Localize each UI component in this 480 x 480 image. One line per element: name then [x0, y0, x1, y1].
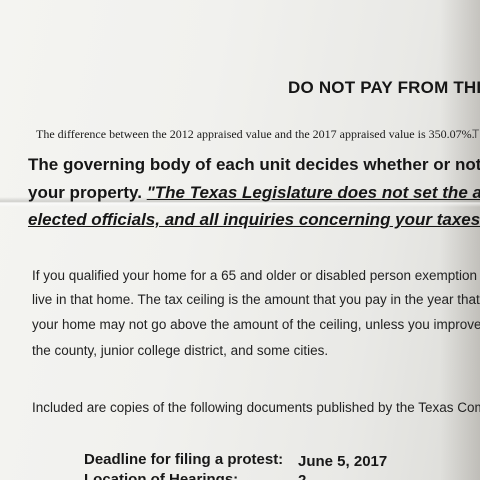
legislature-quote-start: "The Texas Legislature does not set the …: [146, 183, 480, 202]
protest-deadline-label: Deadline for filing a protest:: [84, 451, 284, 468]
exemption-paragraph-line-2: live in that home. The tax ceiling is th…: [32, 292, 480, 307]
governing-body-line-3: elected officials, and all inquiries con…: [28, 210, 480, 230]
hearing-location-value: 2: [298, 472, 306, 480]
governing-body-line-1: The governing body of each unit decides …: [28, 155, 480, 174]
hearing-location-label: Location of Hearings:: [84, 471, 239, 480]
notice-heading: DO NOT PAY FROM THIS N: [288, 78, 480, 97]
exemption-paragraph-line-3: your home may not go above the amount of…: [32, 317, 480, 332]
legislature-quote-end: elected officials, and all inquiries con…: [28, 210, 480, 229]
included-documents-line: Included are copies of the following doc…: [32, 400, 480, 415]
governing-body-line-2-plain: your property.: [28, 183, 147, 202]
appraisal-difference-tail: T: [472, 127, 480, 141]
tax-notice-document: DO NOT PAY FROM THIS N The difference be…: [0, 0, 480, 480]
governing-body-line-2: your property. "The Texas Legislature do…: [28, 183, 480, 203]
exemption-paragraph-line-1: If you qualified your home for a 65 and …: [32, 268, 480, 283]
appraisal-difference-text: The difference between the 2012 appraise…: [36, 127, 475, 141]
protest-deadline-value: June 5, 2017: [298, 453, 388, 470]
exemption-paragraph-line-4: the county, junior college district, and…: [32, 343, 329, 358]
appraisal-difference-line: The difference between the 2012 appraise…: [36, 127, 475, 142]
